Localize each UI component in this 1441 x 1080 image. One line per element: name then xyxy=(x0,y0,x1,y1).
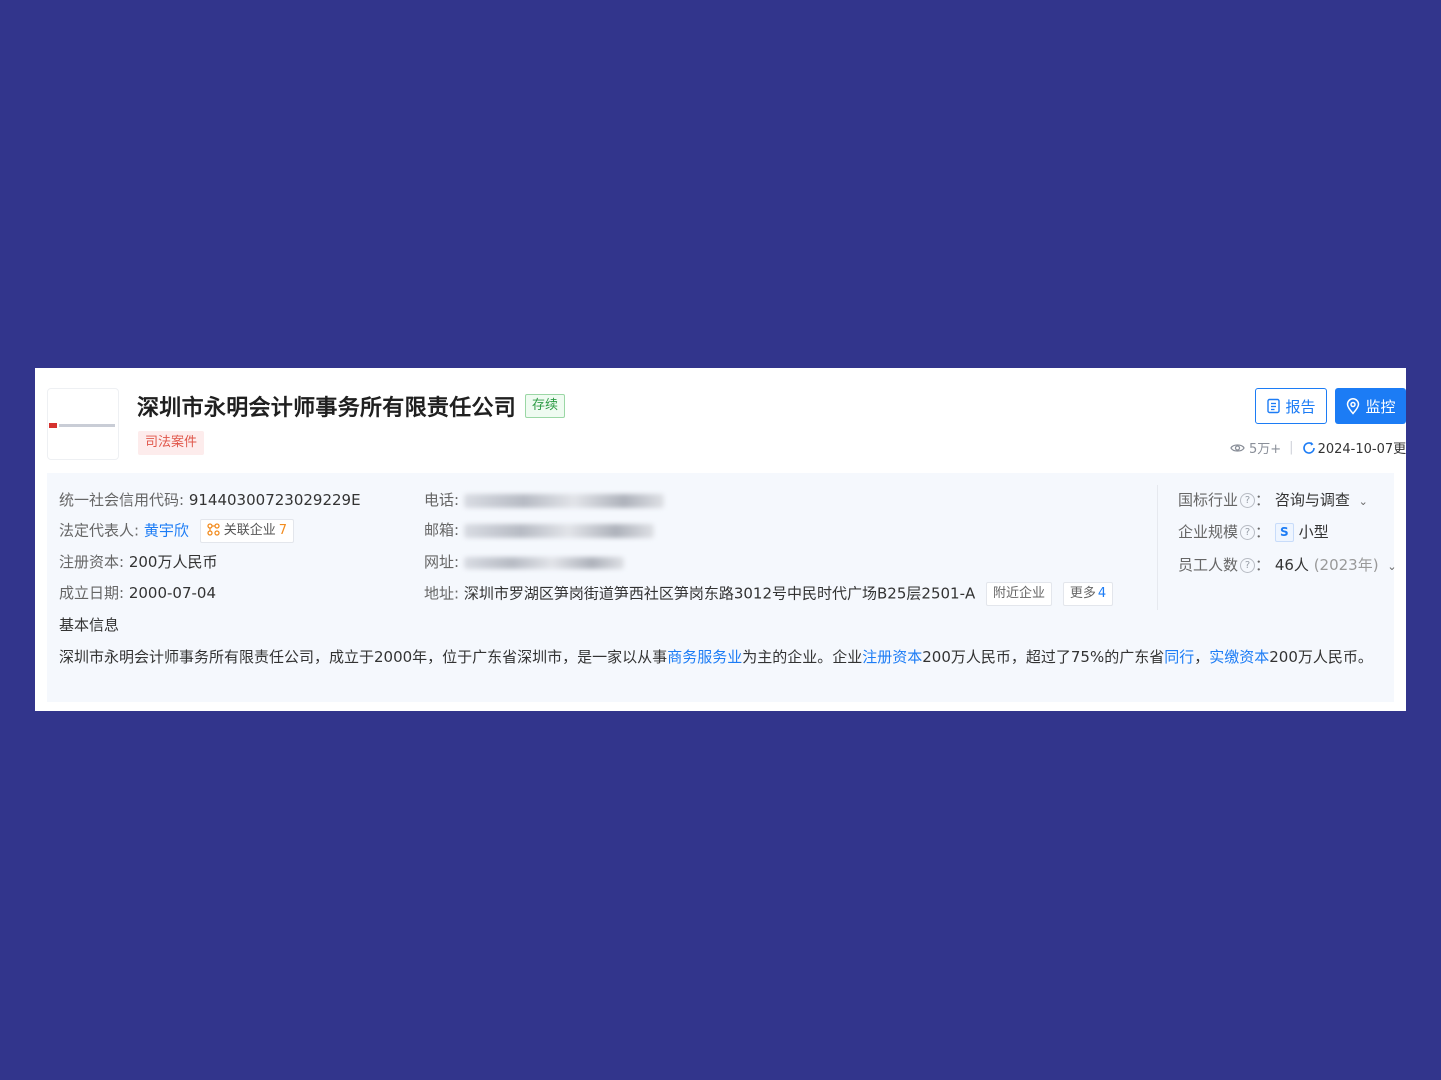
credit-code-label: 统一社会信用代码: xyxy=(59,491,185,509)
meta-separator: | xyxy=(1289,440,1294,455)
legal-rep-label: 法定代表人: xyxy=(59,521,140,540)
credit-code-value[interactable]: 91440300723029229E xyxy=(189,491,361,509)
more-count: 4 xyxy=(1097,586,1107,601)
founded-value: 2000-07-04 xyxy=(128,584,217,602)
email-value-redacted[interactable] xyxy=(463,523,654,538)
scale-value: 小型 xyxy=(1298,523,1329,541)
legal-rep-link[interactable]: 黄宇欣 xyxy=(144,522,189,540)
phone-row: 电话: xyxy=(424,489,664,510)
staff-row: 员工人数?： 46人 (2023年) ⌄ xyxy=(1178,556,1397,574)
related-companies-badge[interactable]: 关联企业 7 xyxy=(199,519,295,543)
capital-value: 200万人民币 xyxy=(128,553,218,571)
phone-value-redacted[interactable] xyxy=(463,493,664,508)
desc-text: 深圳市永明会计师事务所有限责任公司，成立于2000年，位于广东省深圳市，是一家以… xyxy=(59,648,668,666)
report-label: 报告 xyxy=(1285,397,1316,416)
judicial-case-tag[interactable]: 司法案件 xyxy=(138,431,205,455)
desc-text: ， xyxy=(1194,648,1210,666)
address-row: 地址: 深圳市罗湖区笋岗街道笋西社区笋岗东路3012号中民时代广场B25层250… xyxy=(424,582,1114,606)
company-logo xyxy=(47,388,119,460)
peers-link[interactable]: 同行 xyxy=(1164,648,1194,666)
eye-icon xyxy=(1230,443,1245,452)
report-button[interactable]: 报告 xyxy=(1255,388,1327,424)
scale-label: 企业规模 xyxy=(1178,523,1239,541)
address-value: 深圳市罗湖区笋岗街道笋西社区笋岗东路3012号中民时代广场B25层2501-A xyxy=(463,584,976,603)
more-label: 更多 xyxy=(1069,586,1096,601)
website-row: 网址: xyxy=(424,551,624,572)
help-icon[interactable]: ? xyxy=(1240,525,1256,540)
capital-row: 注册资本: 200万人民币 xyxy=(59,551,217,572)
chevron-down-icon[interactable]: ⌄ xyxy=(1387,560,1396,573)
industry-row: 国标行业?： 咨询与调查 ⌄ xyxy=(1178,491,1368,509)
column-divider xyxy=(1157,485,1158,610)
paid-in-capital-link[interactable]: 实缴资本 xyxy=(1209,648,1269,666)
refresh-icon[interactable] xyxy=(1302,441,1316,455)
desc-text: 200万人民币，超过了75%的广东省 xyxy=(922,648,1165,666)
update-date: 2024-10-07更新 xyxy=(1317,442,1406,457)
industry-link[interactable]: 商务服务业 xyxy=(667,648,742,666)
staff-year: (2023年) xyxy=(1313,556,1379,574)
website-label: 网址: xyxy=(424,553,460,571)
staff-value: 46人 xyxy=(1274,556,1309,574)
network-icon xyxy=(206,523,220,536)
meta-line: 5万+ | 2024-10-07更新 xyxy=(1230,438,1406,457)
document-icon xyxy=(1267,398,1281,414)
website-value-redacted[interactable] xyxy=(463,556,624,569)
address-label: 地址: xyxy=(424,584,460,603)
scale-row: 企业规模?： S 小型 xyxy=(1178,523,1329,542)
related-companies-label: 关联企业 xyxy=(223,523,276,538)
view-count: 5万+ xyxy=(1249,442,1282,457)
related-companies-count: 7 xyxy=(278,523,288,538)
help-icon[interactable]: ? xyxy=(1240,558,1256,573)
founded-label: 成立日期: xyxy=(59,584,125,602)
company-card: 深圳市永明会计师事务所有限责任公司 存续 司法案件 报告 监控 5万+ | 20… xyxy=(35,368,1406,711)
email-label: 邮箱: xyxy=(424,521,460,539)
desc-text: 为主的企业。企业 xyxy=(742,648,863,666)
logo-mark xyxy=(49,423,57,428)
info-panel: 统一社会信用代码: 91440300723029229E 法定代表人: 黄宇欣 … xyxy=(47,473,1397,702)
nearby-companies-button[interactable]: 附近企业 xyxy=(986,582,1053,606)
legal-rep-row: 法定代表人: 黄宇欣 关联企业 7 xyxy=(59,519,295,543)
basic-info-title: 基本信息 xyxy=(59,616,120,634)
monitor-label: 监控 xyxy=(1365,397,1396,416)
credit-code-row: 统一社会信用代码: 91440300723029229E xyxy=(59,489,361,510)
industry-label: 国标行业 xyxy=(1178,491,1239,509)
registered-capital-link[interactable]: 注册资本 xyxy=(862,648,922,666)
company-description: 深圳市永明会计师事务所有限责任公司，成立于2000年，位于广东省深圳市，是一家以… xyxy=(59,645,1394,669)
desc-text: 200万人民币。 xyxy=(1269,648,1373,666)
more-addresses-button[interactable]: 更多 4 xyxy=(1062,582,1114,606)
founded-row: 成立日期: 2000-07-04 xyxy=(59,582,216,603)
staff-label: 员工人数 xyxy=(1178,556,1239,574)
location-pin-icon xyxy=(1347,397,1360,415)
help-icon[interactable]: ? xyxy=(1240,493,1256,508)
scale-badge: S xyxy=(1274,523,1294,542)
company-name[interactable]: 深圳市永明会计师事务所有限责任公司 xyxy=(137,390,516,422)
nearby-label: 附近企业 xyxy=(993,586,1046,601)
monitor-button[interactable]: 监控 xyxy=(1335,388,1406,424)
phone-label: 电话: xyxy=(424,491,460,509)
status-badge: 存续 xyxy=(525,394,566,418)
industry-value[interactable]: 咨询与调查 xyxy=(1275,491,1350,509)
capital-label: 注册资本: xyxy=(59,553,125,571)
logo-text xyxy=(59,424,115,427)
chevron-down-icon[interactable]: ⌄ xyxy=(1359,495,1368,508)
email-row: 邮箱: xyxy=(424,519,654,540)
